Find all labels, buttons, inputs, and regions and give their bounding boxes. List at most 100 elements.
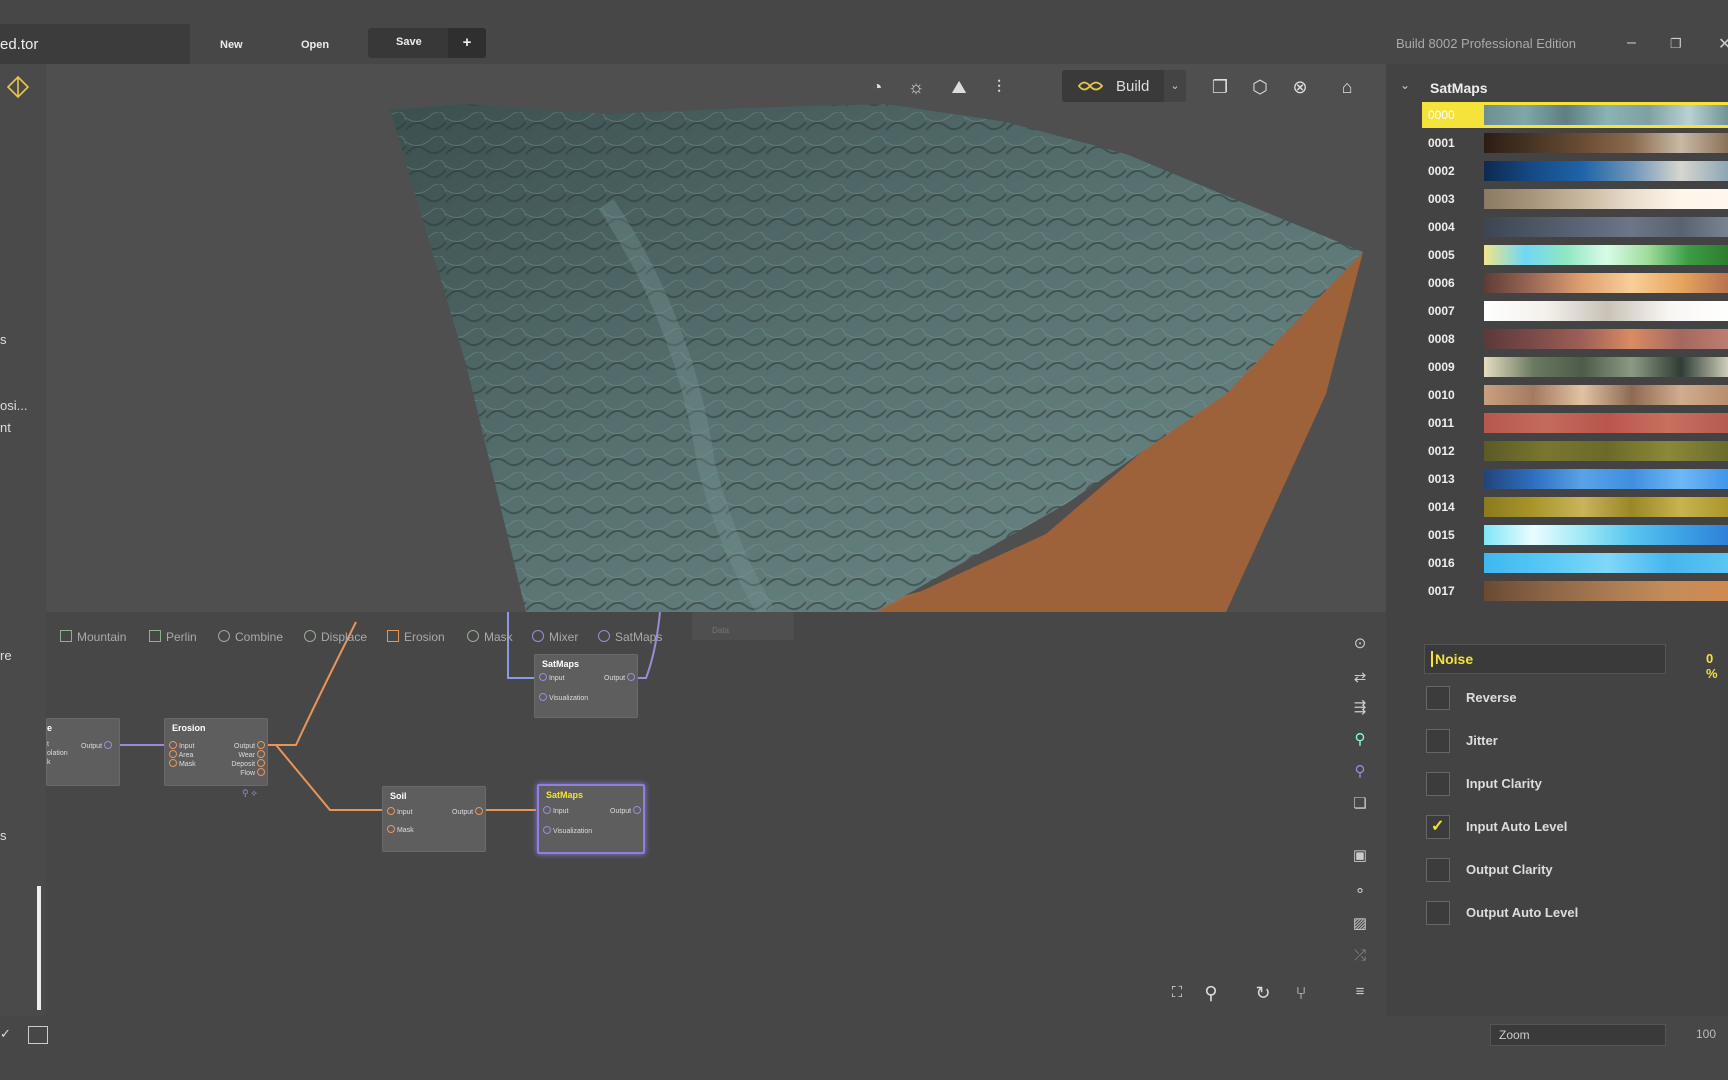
soil-mask-port[interactable]: Mask <box>387 825 414 834</box>
render-mode-icon[interactable]: ◔ <box>864 74 890 100</box>
layers-icon[interactable]: ❐ <box>1207 74 1233 100</box>
chip-displace[interactable]: Displace <box>304 630 367 644</box>
save-button[interactable]: Save <box>396 36 422 48</box>
close-icon[interactable]: ✕ <box>1718 34 1728 54</box>
build-dropdown-icon[interactable]: ⌄ <box>1164 70 1186 102</box>
erosion-node-badges[interactable]: ⚲ ⟡ <box>242 788 257 799</box>
soil-input-port[interactable]: Input <box>387 807 413 816</box>
option-output-auto-level[interactable]: Output Auto Level <box>1426 901 1726 927</box>
hierarchy-icon[interactable]: ⚬ <box>1348 880 1372 904</box>
image-icon[interactable]: ▨ <box>1348 912 1372 936</box>
terrain-graph-icon[interactable]: ⛰ <box>946 74 972 100</box>
option-input-auto-level[interactable]: Input Auto Level <box>1426 815 1726 841</box>
collapse-check-icon[interactable]: ✓ <box>0 1026 11 1042</box>
satmap-row-0004[interactable]: 0004 <box>1424 216 1728 238</box>
chip-mask[interactable]: Mask <box>467 630 513 644</box>
satmap-row-0006[interactable]: 0006 <box>1424 272 1728 294</box>
satmap-row-0007[interactable]: 0007 <box>1424 300 1728 322</box>
erosion-area-port[interactable]: Area <box>169 750 193 759</box>
erosion-flow-port[interactable]: Flow <box>240 768 265 777</box>
satmap-row-0001[interactable]: 0001 <box>1424 132 1728 154</box>
satmap-row-0011[interactable]: 0011 <box>1424 412 1728 434</box>
chip-satmaps[interactable]: SatMaps <box>598 630 662 644</box>
erosion-mask-port[interactable]: Mask <box>169 759 196 768</box>
option-jitter[interactable]: Jitter <box>1426 729 1726 755</box>
satmaps-vis-port[interactable]: Visualization <box>543 826 592 835</box>
satmap-row-0016[interactable]: 0016 <box>1424 552 1728 574</box>
noise-field[interactable]: Noise <box>1424 644 1666 674</box>
satmap-row-0015[interactable]: 0015 <box>1424 524 1728 546</box>
frame-icon[interactable]: ▣ <box>1348 844 1372 868</box>
checkbox[interactable] <box>1426 686 1450 710</box>
node-satmaps-selected[interactable]: SatMaps Input Visualization Output <box>537 784 645 854</box>
sun-icon[interactable]: ☼ <box>903 74 929 100</box>
satmaps-top-vis-port[interactable]: Visualization <box>539 693 588 702</box>
terrain-viewport[interactable] <box>46 64 1386 617</box>
satmaps-input-port[interactable]: Input <box>543 806 569 815</box>
file-tab[interactable]: ed.tor <box>0 24 190 64</box>
pin-alt-icon[interactable]: ⚲ <box>1348 760 1372 784</box>
satmaps-top-output-port[interactable]: Output <box>604 673 635 682</box>
satmap-row-0000[interactable]: 0000 <box>1422 102 1728 128</box>
option-reverse[interactable]: Reverse <box>1426 686 1726 712</box>
cube-icon[interactable]: ⬡ <box>1247 74 1273 100</box>
erosion-input-port[interactable]: Input <box>169 741 195 750</box>
collapse-chevron-icon[interactable]: ⌄ <box>1400 78 1410 92</box>
new-button[interactable]: New <box>220 39 243 51</box>
satmap-row-0010[interactable]: 0010 <box>1424 384 1728 406</box>
diamond-tool-icon[interactable] <box>6 75 30 99</box>
node-erosion[interactable]: Erosion Input Area Mask Output Wear Depo… <box>164 718 268 786</box>
checkbox[interactable] <box>1426 858 1450 882</box>
erosion-wear-port[interactable]: Wear <box>238 750 265 759</box>
cancel-build-icon[interactable]: ⊗ <box>1287 74 1313 100</box>
zoom-search-icon[interactable]: ⚲ <box>1198 980 1224 1006</box>
satmap-row-0002[interactable]: 0002 <box>1424 160 1728 182</box>
open-button[interactable]: Open <box>301 39 329 51</box>
sliders-icon[interactable]: ⫶ <box>986 74 1012 100</box>
swap-icon[interactable]: ⇄ <box>1348 666 1372 690</box>
chip-combine[interactable]: Combine <box>218 630 283 644</box>
restore-icon[interactable]: ❐ <box>1670 36 1682 52</box>
export-icon[interactable]: ⌂ <box>1334 74 1360 100</box>
chip-mountain[interactable]: Mountain <box>60 630 126 644</box>
satmaps-top-input-port[interactable]: Input <box>539 673 565 682</box>
satmap-row-0014[interactable]: 0014 <box>1424 496 1728 518</box>
satmap-row-0003[interactable]: 0003 <box>1424 188 1728 210</box>
satmaps-output-port[interactable]: Output <box>610 806 641 815</box>
noise-value[interactable]: 0 % <box>1706 651 1728 681</box>
erosion-output-port[interactable]: Output <box>234 741 265 750</box>
zoom-field[interactable]: Zoom <box>1490 1024 1666 1046</box>
add-button[interactable]: + <box>448 28 486 58</box>
copy-icon[interactable]: ❏ <box>1348 792 1372 816</box>
minimize-icon[interactable]: – <box>1627 34 1636 52</box>
node-output[interactable]: Output <box>81 741 112 750</box>
chip-mixer[interactable]: Mixer <box>532 630 578 644</box>
erosion-deposit-port[interactable]: Deposit <box>231 759 265 768</box>
option-input-clarity[interactable]: Input Clarity <box>1426 772 1726 798</box>
satmap-row-0005[interactable]: 0005 <box>1424 244 1728 266</box>
menu-icon[interactable]: ≡ <box>1348 980 1372 1004</box>
soil-output-port[interactable]: Output <box>452 807 483 816</box>
console-icon[interactable] <box>28 1026 48 1044</box>
node-soil[interactable]: Soil Input Mask Output <box>382 786 486 852</box>
chip-perlin[interactable]: Perlin <box>149 630 197 644</box>
checkbox[interactable] <box>1426 901 1450 925</box>
satmap-row-0013[interactable]: 0013 <box>1424 468 1728 490</box>
forward-icon[interactable]: ⇶ <box>1348 696 1372 720</box>
satmap-row-0012[interactable]: 0012 <box>1424 440 1728 462</box>
checkbox[interactable] <box>1426 729 1450 753</box>
refresh-icon[interactable]: ↻ <box>1250 980 1276 1006</box>
fit-view-icon[interactable]: ⛶ <box>1164 980 1190 1006</box>
shuffle-icon[interactable]: ⤮ <box>1348 944 1372 968</box>
pin-icon[interactable]: ⚲ <box>1348 728 1372 752</box>
satmap-row-0008[interactable]: 0008 <box>1424 328 1728 350</box>
satmap-row-0017[interactable]: 0017 <box>1424 580 1728 602</box>
node-partial[interactable]: e t olation k Output <box>46 718 120 786</box>
checkbox[interactable] <box>1426 815 1450 839</box>
branch-icon[interactable]: ⑂ <box>1288 980 1314 1006</box>
checkbox[interactable] <box>1426 772 1450 796</box>
option-output-clarity[interactable]: Output Clarity <box>1426 858 1726 884</box>
target-icon[interactable]: ⊙ <box>1348 632 1372 656</box>
node-satmaps-top[interactable]: SatMaps Input Visualization Output <box>534 654 638 718</box>
left-scroll-indicator[interactable] <box>37 886 41 1010</box>
